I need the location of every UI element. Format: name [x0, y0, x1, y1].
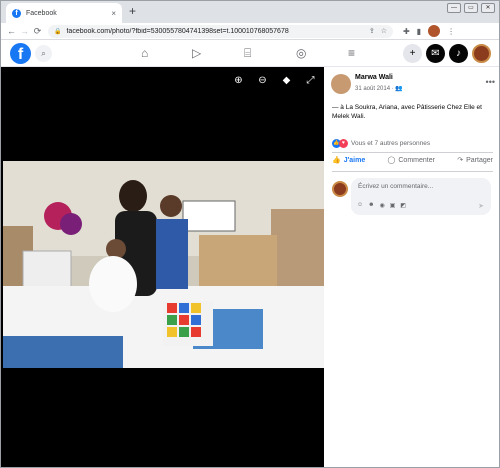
- browser-menu-icon[interactable]: ⋮: [447, 27, 455, 36]
- notifications-bell-icon[interactable]: ♪: [449, 44, 468, 63]
- divider: [332, 171, 493, 172]
- browser-toolbar: ← → ⟳ 🔒 facebook.com/photo/?fbid=5300557…: [1, 23, 499, 40]
- comment-bubble-icon: ◯: [387, 157, 396, 164]
- side-panel-icon[interactable]: ▮: [417, 27, 421, 36]
- reactions-summary[interactable]: 👍 ♥ Vous et 7 autres personnes: [332, 139, 430, 148]
- gif-icon[interactable]: ▣: [390, 202, 396, 209]
- more-options-icon[interactable]: •••: [486, 77, 495, 87]
- window-controls: — ▭ ✕: [447, 3, 495, 13]
- groups-icon[interactable]: ◎: [296, 46, 306, 60]
- close-window-button[interactable]: ✕: [481, 3, 495, 13]
- search-icon[interactable]: ⌕: [35, 45, 52, 62]
- facebook-favicon-icon: f: [12, 8, 21, 18]
- reload-icon[interactable]: ⟳: [31, 26, 44, 37]
- comment-placeholder[interactable]: Écrivez un commentaire...: [358, 183, 433, 190]
- author-avatar[interactable]: [331, 74, 351, 94]
- marketplace-icon[interactable]: ⌸: [244, 46, 251, 61]
- toolbar-right: ✚ ▮ ⋮: [403, 25, 455, 37]
- back-arrow-icon[interactable]: ←: [5, 26, 18, 36]
- post-caption: — à La Soukra, Ariana, avec Pâtisserie C…: [332, 104, 482, 120]
- viewer-toolbar: ⊕ ⊖ ◆ ⤢: [233, 75, 316, 86]
- tag-icon[interactable]: ◆: [281, 75, 292, 86]
- post-date-text: 31 août 2014 ·: [355, 86, 396, 92]
- zoom-in-icon[interactable]: ⊕: [233, 75, 244, 86]
- comment-button[interactable]: ◯ Commenter: [387, 156, 435, 165]
- url-text[interactable]: facebook.com/photo/?fbid=530055780474139…: [66, 28, 362, 35]
- forward-arrow-icon[interactable]: →: [18, 26, 31, 36]
- camera-icon[interactable]: ◉: [379, 202, 384, 209]
- profile-avatar[interactable]: [428, 25, 441, 37]
- bookmark-star-icon[interactable]: ☆: [381, 27, 387, 35]
- share-button[interactable]: ↷ Partager: [457, 156, 493, 165]
- restore-button[interactable]: ▭: [464, 3, 478, 13]
- tab-strip: f Facebook × + — ▭ ✕: [1, 1, 499, 23]
- address-bar[interactable]: 🔒 facebook.com/photo/?fbid=5300557804741…: [48, 24, 393, 38]
- photo-image[interactable]: [3, 161, 324, 368]
- facebook-logo-icon[interactable]: f: [10, 43, 31, 64]
- author-name[interactable]: Marwa Wali: [355, 74, 393, 81]
- facebook-header: f ⌕ ⌂ ▷ ⌸ ◎ ≡ + ✉ ♪: [1, 40, 499, 67]
- create-plus-button[interactable]: +: [403, 44, 422, 63]
- watch-video-icon[interactable]: ▷: [192, 46, 201, 60]
- zoom-out-icon[interactable]: ⊖: [257, 75, 268, 86]
- tab-facebook[interactable]: f Facebook ×: [6, 3, 122, 23]
- tab-close-icon[interactable]: ×: [111, 9, 116, 18]
- sticker-icon[interactable]: ◩: [400, 202, 406, 209]
- comment-tools: ☺ ☻ ◉ ▣ ◩: [357, 202, 406, 209]
- commenter-avatar[interactable]: [332, 181, 348, 197]
- post-date[interactable]: 31 août 2014 · 👥: [355, 85, 403, 92]
- minimize-button[interactable]: —: [447, 3, 461, 13]
- lock-icon[interactable]: 🔒: [54, 28, 61, 35]
- post-panel: Marwa Wali 31 août 2014 · 👥 ••• — à La S…: [324, 67, 499, 467]
- like-button[interactable]: 👍 J'aime: [332, 156, 366, 165]
- avatar-sticker-icon[interactable]: ☺: [357, 202, 363, 209]
- comment-input[interactable]: Écrivez un commentaire... ☺ ☻ ◉ ▣ ◩ ➤: [351, 178, 491, 215]
- share-arrow-icon: ↷: [457, 157, 464, 164]
- comment-label: Commenter: [398, 156, 435, 164]
- extensions-puzzle-icon[interactable]: ✚: [403, 27, 410, 36]
- audience-friends-icon: 👥: [395, 86, 403, 92]
- divider: [332, 152, 493, 153]
- new-tab-button[interactable]: +: [129, 4, 136, 18]
- share-page-icon[interactable]: ⇪: [369, 27, 375, 35]
- post-actions: 👍 J'aime ◯ Commenter ↷ Partager: [332, 156, 493, 165]
- emoji-icon[interactable]: ☻: [368, 202, 374, 209]
- browser-window: f Facebook × + — ▭ ✕ ← → ⟳ 🔒 facebook.co…: [0, 0, 500, 468]
- tab-title: Facebook: [26, 9, 57, 17]
- home-icon[interactable]: ⌂: [141, 46, 148, 60]
- like-label: J'aime: [343, 156, 366, 164]
- send-icon[interactable]: ➤: [478, 202, 484, 210]
- reactions-text: Vous et 7 autres personnes: [351, 140, 431, 147]
- photo-scene: [3, 161, 324, 368]
- thumbs-up-icon: 👍: [332, 157, 341, 164]
- messenger-icon[interactable]: ✉: [426, 44, 445, 63]
- account-avatar[interactable]: [472, 44, 491, 63]
- menu-icon[interactable]: ≡: [348, 46, 355, 60]
- fullscreen-icon[interactable]: ⤢: [305, 75, 316, 86]
- share-label: Partager: [466, 156, 493, 164]
- love-reaction-icon: ♥: [339, 139, 348, 148]
- photo-viewer: ⊕ ⊖ ◆ ⤢: [1, 67, 324, 467]
